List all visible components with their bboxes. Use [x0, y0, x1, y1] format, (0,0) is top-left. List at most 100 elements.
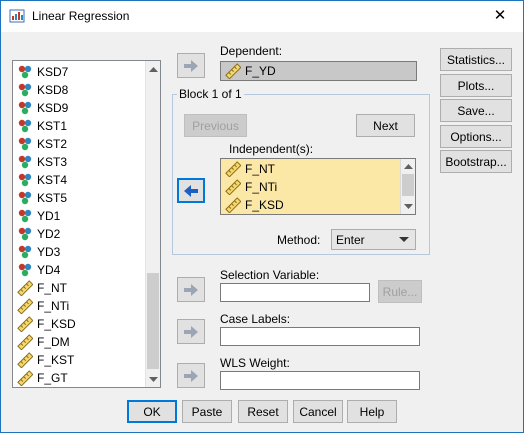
variable-name: YD1 — [37, 209, 61, 223]
scale-icon — [17, 370, 33, 386]
scroll-up-icon[interactable] — [401, 159, 415, 173]
list-item[interactable]: F_NTi — [221, 178, 399, 196]
list-item[interactable]: F_NT — [13, 279, 145, 297]
scale-icon — [17, 316, 33, 332]
list-item[interactable]: YD2 — [13, 225, 145, 243]
list-item[interactable]: YD1 — [13, 207, 145, 225]
scroll-up-icon[interactable] — [146, 61, 160, 76]
dependent-field[interactable]: F_YD — [220, 61, 417, 81]
move-to-case-labels-button[interactable] — [177, 319, 205, 344]
move-to-selection-button[interactable] — [177, 277, 205, 302]
independents-scrollbar[interactable] — [400, 159, 415, 214]
selection-variable-field[interactable] — [220, 283, 370, 302]
wls-weight-field[interactable] — [220, 371, 420, 390]
statistics-button[interactable]: Statistics... — [440, 48, 512, 71]
dependent-label: Dependent: — [220, 44, 283, 58]
title-bar[interactable]: Linear Regression ✕ — [1, 1, 523, 32]
nominal-icon — [18, 137, 32, 151]
list-item[interactable]: F_KST — [13, 351, 145, 369]
selection-variable-label: Selection Variable: — [220, 268, 320, 282]
list-item[interactable]: KSD9 — [13, 99, 145, 117]
dependent-value: F_YD — [245, 64, 276, 78]
ok-label: OK — [143, 404, 161, 419]
case-labels-label: Case Labels: — [220, 312, 291, 326]
source-variable-items: KSD7 KSD8 KSD9 KST1 KST2 KST3 KST4 KST5 YD1 YD2 YD… — [13, 63, 145, 387]
scale-icon — [17, 280, 33, 296]
statistics-label: Statistics... — [446, 52, 505, 67]
variable-name: KST1 — [37, 119, 68, 133]
method-select[interactable]: Enter — [331, 229, 416, 250]
arrow-right-icon — [184, 59, 198, 72]
options-button[interactable]: Options... — [440, 125, 512, 148]
plots-button[interactable]: Plots... — [440, 74, 512, 97]
variable-name: KSD8 — [37, 83, 69, 97]
list-item[interactable]: F_NT — [221, 160, 399, 178]
arrow-right-icon — [184, 283, 198, 296]
help-button[interactable]: Help — [347, 400, 397, 423]
wls-weight-label: WLS Weight: — [220, 356, 290, 370]
scroll-thumb[interactable] — [147, 273, 159, 369]
method-value: Enter — [336, 232, 365, 247]
cancel-button[interactable]: Cancel — [293, 400, 343, 423]
options-label: Options... — [450, 129, 502, 144]
independents-list[interactable]: F_NT F_NTi F_KSD — [220, 158, 416, 215]
nominal-icon — [18, 191, 32, 205]
list-item[interactable]: KST2 — [13, 135, 145, 153]
list-item[interactable]: YD4 — [13, 261, 145, 279]
nominal-icon — [18, 245, 32, 259]
list-item[interactable]: F_GT — [13, 369, 145, 387]
source-variable-list[interactable]: KSD7 KSD8 KSD9 KST1 KST2 KST3 KST4 KST5 YD1 YD2 YD… — [12, 60, 161, 388]
rule-label: Rule... — [382, 284, 418, 299]
reset-button[interactable]: Reset — [238, 400, 288, 423]
scroll-down-icon[interactable] — [146, 372, 160, 387]
nominal-icon — [18, 209, 32, 223]
variable-name: F_KSD — [245, 198, 284, 212]
cancel-label: Cancel — [299, 404, 337, 419]
arrow-right-icon — [184, 369, 198, 382]
nominal-icon — [18, 155, 32, 169]
variable-name: F_GT — [37, 371, 68, 385]
bootstrap-button[interactable]: Bootstrap... — [440, 150, 512, 173]
source-list-scrollbar[interactable] — [145, 61, 160, 387]
variable-name: F_KST — [37, 353, 75, 367]
variable-name: KSD7 — [37, 65, 69, 79]
ok-button[interactable]: OK — [127, 400, 177, 423]
linear-regression-dialog: Linear Regression ✕ KSD7 KSD8 KSD9 KST1 KST2… — [0, 0, 524, 433]
plots-label: Plots... — [457, 78, 495, 93]
move-to-independents-button[interactable] — [177, 178, 205, 203]
scale-icon — [225, 63, 241, 79]
case-labels-field[interactable] — [220, 327, 420, 346]
block-title: Block 1 of 1 — [177, 87, 244, 101]
list-item[interactable]: KST1 — [13, 117, 145, 135]
list-item[interactable]: F_DM — [13, 333, 145, 351]
paste-button[interactable]: Paste — [182, 400, 232, 423]
variable-name: F_KSD — [37, 317, 76, 331]
save-button[interactable]: Save... — [440, 99, 512, 122]
variable-name: F_NTi — [37, 299, 70, 313]
close-button[interactable]: ✕ — [477, 1, 523, 31]
next-button[interactable]: Next — [356, 114, 415, 137]
spss-app-icon — [9, 9, 25, 23]
list-item[interactable]: YD3 — [13, 243, 145, 261]
rule-button[interactable]: Rule... — [378, 280, 422, 303]
list-item[interactable]: KST4 — [13, 171, 145, 189]
reset-label: Reset — [247, 404, 279, 419]
list-item[interactable]: KST5 — [13, 189, 145, 207]
list-item[interactable]: F_KSD — [221, 196, 399, 214]
scroll-down-icon[interactable] — [401, 200, 415, 214]
list-item[interactable]: F_NTi — [13, 297, 145, 315]
list-item[interactable]: F_KSD — [13, 315, 145, 333]
variable-name: YD2 — [37, 227, 61, 241]
list-item[interactable]: KST3 — [13, 153, 145, 171]
move-to-dependent-button[interactable] — [177, 53, 205, 78]
nominal-icon — [18, 173, 32, 187]
variable-name: KST4 — [37, 173, 68, 187]
list-item[interactable]: KSD7 — [13, 63, 145, 81]
previous-button[interactable]: Previous — [184, 114, 247, 137]
nominal-icon — [18, 83, 32, 97]
move-to-wls-weight-button[interactable] — [177, 363, 205, 388]
scale-icon — [17, 334, 33, 350]
variable-name: KSD9 — [37, 101, 69, 115]
scroll-thumb[interactable] — [402, 174, 414, 196]
list-item[interactable]: KSD8 — [13, 81, 145, 99]
